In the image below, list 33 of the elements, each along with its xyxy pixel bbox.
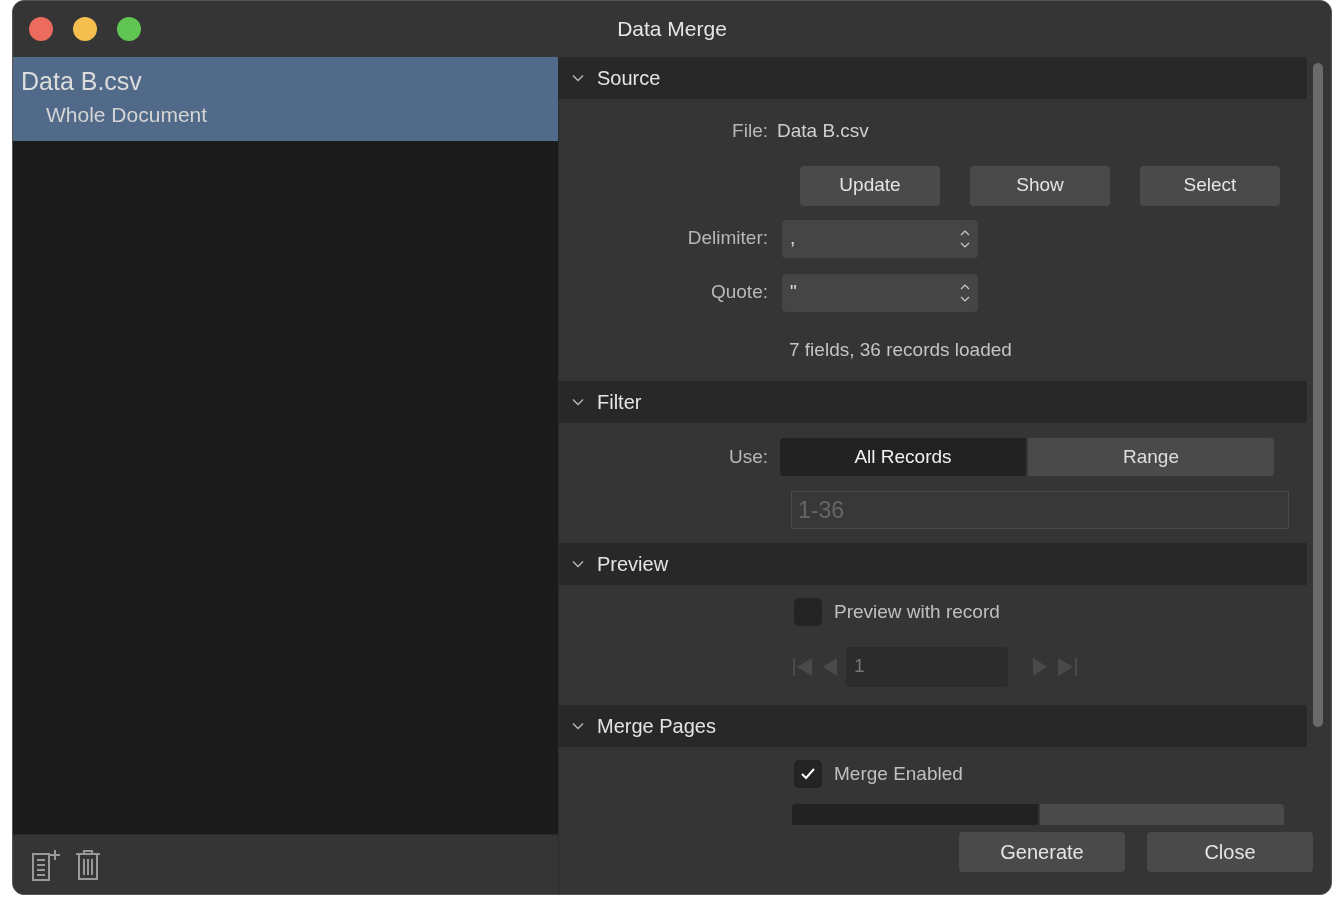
source-button[interactable]: Select: [1140, 165, 1280, 206]
section-title: Filter: [597, 390, 642, 415]
segment-tab[interactable]: All Records: [780, 438, 1026, 476]
file-name: Data B.csv: [21, 66, 143, 97]
zoom-window-button[interactable]: [117, 17, 141, 41]
dropdown-field[interactable]: ": [782, 273, 978, 312]
scrollbar-thumb[interactable]: [1313, 63, 1323, 727]
dropdown-field[interactable]: ,: [782, 219, 978, 258]
scope-item[interactable]: Whole Document: [21, 97, 558, 133]
field-label: Use:: [728, 444, 768, 469]
source-button[interactable]: Show: [970, 165, 1110, 206]
section-title: Preview: [597, 552, 669, 577]
section-title: Source: [597, 66, 661, 91]
footer-button[interactable]: Generate: [959, 832, 1125, 872]
footer-button[interactable]: Close: [1147, 832, 1313, 872]
close-window-button[interactable]: [29, 17, 53, 41]
file-value: Data B.csv: [777, 119, 869, 143]
trash-icon[interactable]: [75, 848, 101, 881]
checkbox-label: Preview with record: [834, 600, 1000, 624]
status-text: 7 fields, 36 records loaded: [789, 338, 1012, 360]
checkbox-label: Merge Enabled: [834, 762, 963, 786]
section-title: Merge Pages: [597, 714, 716, 739]
segment-tab[interactable]: Range: [1028, 438, 1274, 476]
field-label: Quote:: [710, 280, 768, 305]
minimize-window-button[interactable]: [73, 17, 97, 41]
sidebar-item[interactable]: Data B.csv Whole Document: [13, 57, 558, 141]
source-button[interactable]: Update: [800, 165, 940, 206]
field-label: File:: [732, 119, 768, 143]
window-title: Data Merge: [617, 16, 727, 43]
checkmark-icon: [800, 767, 816, 782]
field-label: Delimiter:: [687, 226, 768, 251]
add-document-icon[interactable]: [31, 847, 61, 882]
checkbox[interactable]: [794, 760, 822, 789]
